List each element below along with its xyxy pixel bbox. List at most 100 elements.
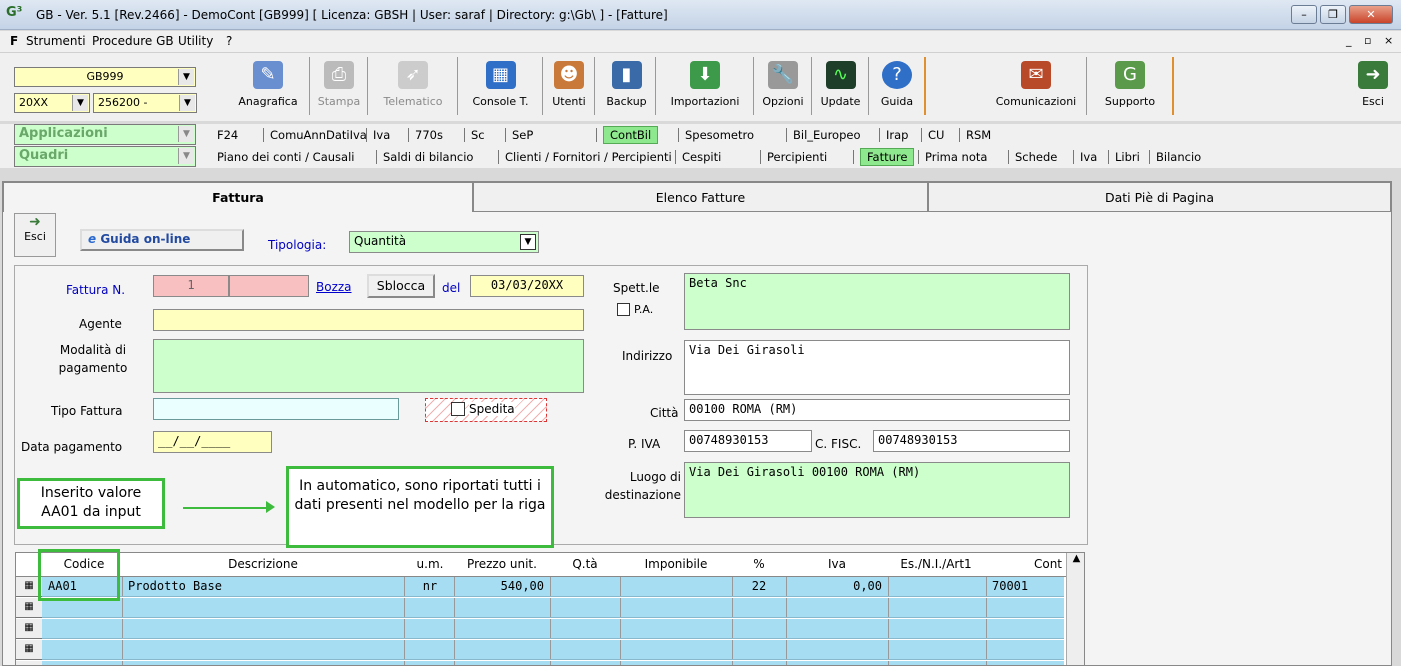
date-input[interactable]: 03/03/20XX (470, 275, 584, 297)
tipo-fattura-input[interactable] (153, 398, 399, 420)
year-select[interactable]: 20XX ▼ (14, 93, 90, 113)
appl-item-cu[interactable]: CU (928, 128, 944, 142)
row-indicator-icon[interactable]: ▦ (16, 619, 42, 639)
appl-item-irap[interactable]: Irap (886, 128, 908, 142)
col-cont[interactable]: Cont (1016, 557, 1062, 571)
fattura-suffix-input[interactable] (229, 275, 309, 297)
appl-item-f24[interactable]: F24 (217, 128, 238, 142)
quadri-item-bilancio[interactable]: Bilancio (1156, 150, 1201, 164)
update-button[interactable]: ∿ Update (813, 57, 869, 115)
menu-procedure-gb[interactable]: Procedure GB (92, 34, 174, 48)
menu-help[interactable]: ? (226, 34, 232, 48)
quadri-item-schede[interactable]: Schede (1015, 150, 1057, 164)
quadri-item-fatture[interactable]: Fatture (860, 148, 915, 166)
opzioni-button[interactable]: 🔧 Opzioni (755, 57, 812, 115)
bozza-link[interactable]: Bozza (316, 280, 352, 294)
tab-elenco-fatture[interactable]: Elenco Fatture (473, 182, 928, 212)
table-row[interactable] (42, 640, 1064, 660)
appl-item-rsm[interactable]: RSM (966, 128, 991, 142)
cell-perc[interactable]: 22 (734, 579, 784, 593)
table-row[interactable]: AA01 Prodotto Base nr 540,00 22 0,00 70001 (42, 577, 1064, 597)
menu-strumenti[interactable]: Strumenti (26, 34, 86, 48)
appl-item-bil-europeo[interactable]: Bil_Europeo (793, 128, 861, 142)
table-row[interactable] (42, 619, 1064, 639)
luogo-input[interactable]: Via Dei Girasoli 00100 ROMA (RM) (684, 462, 1070, 518)
quadri-item-clienti-fornitori-percipienti[interactable]: Clienti / Fornitori / Percipienti (505, 150, 672, 164)
appl-item-sep[interactable]: SeP (512, 128, 533, 142)
col-qta[interactable]: Q.tà (550, 557, 620, 571)
col-um[interactable]: u.m. (406, 557, 454, 571)
appl-item-comuanndatiiva[interactable]: ComuAnnDatiIva (270, 128, 367, 142)
importazioni-button[interactable]: ⬇ Importazioni (657, 57, 754, 115)
col-imponibile[interactable]: Imponibile (620, 557, 732, 571)
guida-button[interactable]: ? Guida (870, 57, 926, 115)
quadri-item-percipienti[interactable]: Percipienti (767, 150, 827, 164)
spedita-checkbox-area[interactable]: Spedita (425, 398, 547, 422)
close-button[interactable]: ✕ (1349, 5, 1393, 24)
anagrafica-button[interactable]: ✎ Anagrafica (227, 57, 310, 115)
cell-iva[interactable]: 0,00 (788, 579, 882, 593)
scroll-up-icon[interactable]: ▲ (1067, 553, 1084, 564)
menu-utility[interactable]: Utility (178, 34, 213, 48)
spett-input[interactable]: Beta Snc (684, 273, 1070, 330)
col-es[interactable]: Es./N.I./Art1 (888, 557, 984, 571)
quadri-item-saldi-di-bilancio[interactable]: Saldi di bilancio (383, 150, 473, 164)
col-prezzo[interactable]: Prezzo unit. (454, 557, 550, 571)
col-descrizione[interactable]: Descrizione (122, 557, 404, 571)
col-perc[interactable]: % (732, 557, 786, 571)
quadri-select[interactable]: Quadri ▼ (14, 146, 196, 167)
appl-item-770s[interactable]: 770s (415, 128, 443, 142)
tipologia-select[interactable]: Quantità ▼ (349, 231, 539, 253)
cfisc-input[interactable]: 00748930153 (873, 430, 1070, 452)
mdi-minimize-icon[interactable]: _ (1346, 34, 1352, 47)
row-indicator-icon[interactable]: ▦ (16, 661, 42, 665)
telematico-button[interactable]: ➶ Telematico (369, 57, 458, 115)
row-indicator-icon[interactable]: ▦ (16, 598, 42, 618)
appl-item-iva[interactable]: Iva (373, 128, 390, 142)
code-select[interactable]: 256200 - ▼ (93, 93, 197, 113)
quadri-item-iva[interactable]: Iva (1080, 150, 1097, 164)
pa-checkbox[interactable] (617, 303, 630, 316)
citta-input[interactable]: 00100 ROMA (RM) (684, 399, 1070, 421)
cell-um[interactable]: nr (408, 579, 452, 593)
data-pagamento-input[interactable]: __/__/____ (153, 431, 272, 453)
table-row[interactable] (42, 661, 1064, 665)
row-indicator-icon[interactable]: ▦ (16, 640, 42, 660)
form-exit-button[interactable]: ➜ Esci (14, 213, 56, 257)
mdi-restore-icon[interactable]: ▫ (1364, 34, 1371, 47)
indirizzo-input[interactable]: Via Dei Girasoli (684, 340, 1070, 395)
grid-scrollbar[interactable]: ▲ (1066, 553, 1084, 665)
mdi-close-icon[interactable]: × (1384, 34, 1393, 47)
guida-online-button[interactable]: e Guida on-line (80, 229, 244, 251)
comunicazioni-button[interactable]: ✉ Comunicazioni (986, 57, 1087, 115)
stampa-button[interactable]: ⎙ Stampa (311, 57, 368, 115)
cell-prezzo[interactable]: 540,00 (456, 579, 544, 593)
quadri-item-cespiti[interactable]: Cespiti (682, 150, 721, 164)
cell-cont[interactable]: 70001 (992, 579, 1058, 593)
quadri-item-libri[interactable]: Libri (1115, 150, 1140, 164)
utenti-button[interactable]: ☻ Utenti (544, 57, 595, 115)
fattura-num-input[interactable]: 1 (153, 275, 229, 297)
modalita-input[interactable] (153, 339, 584, 393)
table-row[interactable] (42, 598, 1064, 618)
piva-input[interactable]: 00748930153 (684, 430, 812, 452)
col-iva[interactable]: Iva (786, 557, 888, 571)
console-button[interactable]: ▦ Console T. (459, 57, 543, 115)
appl-item-spesometro[interactable]: Spesometro (685, 128, 754, 142)
quadri-item-piano-dei-conti-causali[interactable]: Piano dei conti / Causali (217, 150, 354, 164)
exit-button[interactable]: ➜ Esci (1356, 57, 1390, 115)
restore-button[interactable]: ❐ (1320, 5, 1346, 24)
spedita-checkbox[interactable] (451, 402, 465, 416)
supporto-button[interactable]: G Supporto (1088, 57, 1174, 115)
cell-descrizione[interactable]: Prodotto Base (128, 579, 402, 593)
minimize-button[interactable]: – (1291, 5, 1317, 24)
sblocca-button[interactable]: Sblocca (367, 274, 435, 298)
backup-button[interactable]: ▮ Backup (598, 57, 656, 115)
company-select[interactable]: GB999 ▼ (14, 67, 196, 87)
agente-input[interactable] (153, 309, 584, 331)
quadri-item-prima-nota[interactable]: Prima nota (925, 150, 987, 164)
tab-dati-pie[interactable]: Dati Piè di Pagina (928, 182, 1391, 212)
applicazioni-select[interactable]: Applicazioni ▼ (14, 124, 196, 145)
tab-fattura[interactable]: Fattura (3, 182, 473, 212)
appl-item-contbil[interactable]: ContBil (603, 126, 659, 144)
